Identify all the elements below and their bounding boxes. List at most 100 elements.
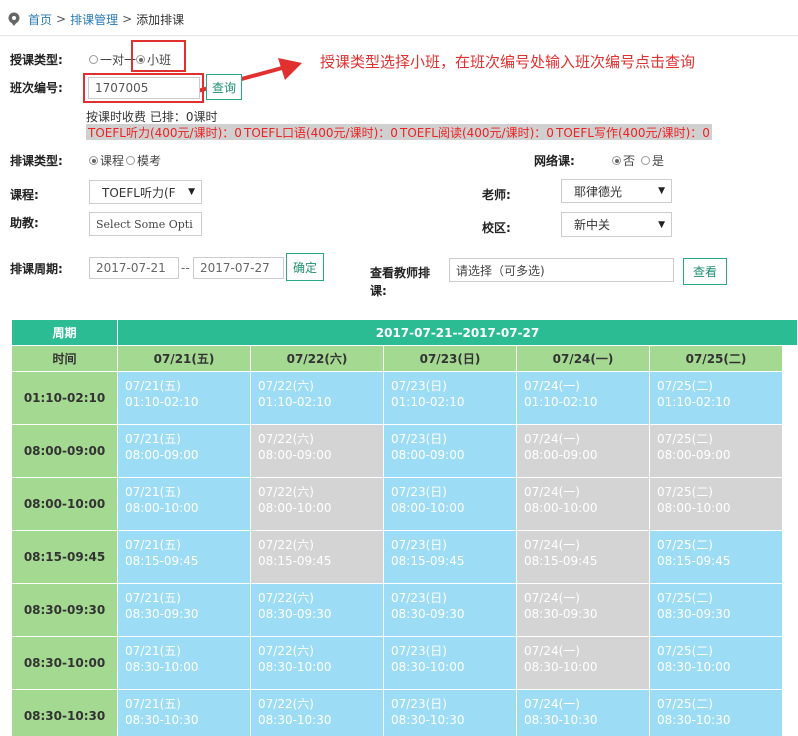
radio-circle-icon (126, 156, 135, 165)
teach-type-label: 授课类型: (10, 53, 63, 67)
time-slot-label: 08:30-10:30 (12, 690, 118, 736)
available-slot-cell[interactable]: 07/22(六) 08:30-10:00 (251, 637, 384, 690)
available-slot-cell[interactable]: 07/21(五) 08:00-09:00 (118, 425, 251, 478)
unavailable-slot-cell[interactable]: 07/24(一) 08:30-09:30 (517, 584, 650, 637)
available-slot-cell[interactable]: 07/21(五) 01:10-02:10 (118, 372, 251, 425)
slot-date: 07/23(日) (391, 485, 447, 499)
online-yes-radio[interactable]: 是 (641, 152, 664, 169)
unavailable-slot-cell[interactable]: 07/22(六) 08:00-09:00 (251, 425, 384, 478)
sched-type-mock-radio[interactable]: 模考 (126, 152, 161, 169)
slot-time: 08:00-09:00 (524, 448, 598, 462)
slot-date: 07/25(二) (657, 538, 713, 552)
course-select[interactable]: TOEFL听力(F ▼ (89, 180, 202, 204)
radio-selected-icon (612, 156, 621, 165)
available-slot-cell[interactable]: 07/23(日) 08:00-09:00 (384, 425, 517, 478)
date-from-input[interactable]: 2017-07-21 (89, 257, 179, 279)
fee-info-text: 按课时收费 已排：0课时 (86, 110, 218, 124)
unavailable-slot-cell[interactable]: 07/24(一) 08:30-10:00 (517, 637, 650, 690)
class-no-label: 班次编号: (10, 81, 63, 95)
location-pin-icon (8, 12, 20, 26)
slot-date: 07/21(五) (125, 697, 181, 711)
day-header: 07/21(五) (118, 346, 251, 372)
available-slot-cell[interactable]: 07/23(日) 08:30-10:30 (384, 690, 517, 736)
view-teacher-select[interactable]: 请选择（可多选) (449, 258, 674, 282)
slot-date: 07/21(五) (125, 485, 181, 499)
teach-type-one-on-one-radio[interactable]: 一对一 (89, 51, 136, 68)
available-slot-cell[interactable]: 07/21(五) 08:00-10:00 (118, 478, 251, 531)
query-button[interactable]: 查询 (206, 74, 242, 100)
teach-type-small-class-radio[interactable]: 小班 (136, 51, 171, 68)
slot-date: 07/23(日) (391, 591, 447, 605)
slot-time: 08:30-10:30 (657, 713, 731, 727)
available-slot-cell[interactable]: 07/25(二) 08:30-09:30 (650, 584, 783, 637)
slot-time: 08:15-09:45 (125, 554, 199, 568)
unavailable-slot-cell[interactable]: 07/24(一) 08:00-10:00 (517, 478, 650, 531)
campus-select[interactable]: 新中关 ▼ (561, 212, 672, 237)
available-slot-cell[interactable]: 07/24(一) 01:10-02:10 (517, 372, 650, 425)
available-slot-cell[interactable]: 07/22(六) 08:30-10:30 (251, 690, 384, 736)
available-slot-cell[interactable]: 07/21(五) 08:30-10:00 (118, 637, 251, 690)
slot-time: 08:30-09:30 (258, 607, 332, 621)
available-slot-cell[interactable]: 07/23(日) 08:00-10:00 (384, 478, 517, 531)
breadcrumb-separator: > (56, 12, 67, 26)
available-slot-cell[interactable]: 07/21(五) 08:15-09:45 (118, 531, 251, 584)
time-header: 时间 (12, 346, 118, 372)
slot-time: 08:00-10:00 (657, 501, 731, 515)
slot-date: 07/21(五) (125, 379, 181, 393)
slot-time: 01:10-02:10 (657, 395, 731, 409)
slot-date: 07/21(五) (125, 432, 181, 446)
dropdown-caret-icon: ▼ (658, 186, 665, 196)
table-row: 01:10-02:10 07/21(五) 01:10-02:10 07/22(六) 01… (12, 372, 783, 425)
date-to-input[interactable]: 2017-07-27 (193, 257, 284, 279)
slot-date: 07/24(一) (524, 379, 580, 393)
unavailable-slot-cell[interactable]: 07/22(六) 08:00-10:00 (251, 478, 384, 531)
available-slot-cell[interactable]: 07/25(二) 08:30-10:00 (650, 637, 783, 690)
available-slot-cell[interactable]: 07/21(五) 08:30-09:30 (118, 584, 251, 637)
breadcrumb-manage-link[interactable]: 排课管理 (70, 11, 118, 28)
table-row: 08:15-09:45 07/21(五) 08:15-09:45 07/22(六) 08… (12, 531, 783, 584)
available-slot-cell[interactable]: 07/25(二) 08:30-10:30 (650, 690, 783, 736)
breadcrumb-home-link[interactable]: 首页 (28, 11, 52, 28)
radio-label: 是 (652, 154, 665, 168)
slot-time: 01:10-02:10 (125, 395, 199, 409)
available-slot-cell[interactable]: 07/24(一) 08:30-10:30 (517, 690, 650, 736)
available-slot-cell[interactable]: 07/21(五) 08:30-10:30 (118, 690, 251, 736)
slot-date: 07/23(日) (391, 538, 447, 552)
view-teacher-label-2: 课: (370, 284, 387, 298)
online-no-radio[interactable]: 否 (612, 152, 635, 169)
slot-date: 07/25(二) (657, 379, 713, 393)
unavailable-slot-cell[interactable]: 07/25(二) 08:00-09:00 (650, 425, 783, 478)
available-slot-cell[interactable]: 07/22(六) 01:10-02:10 (251, 372, 384, 425)
available-slot-cell[interactable]: 07/23(日) 08:15-09:45 (384, 531, 517, 584)
grid-header-row: 周期 2017-07-21--2017-07-27 (12, 320, 798, 346)
slot-date: 07/22(六) (258, 379, 314, 393)
slot-date: 07/22(六) (258, 538, 314, 552)
slot-date: 07/24(一) (524, 644, 580, 658)
unavailable-slot-cell[interactable]: 07/24(一) 08:15-09:45 (517, 531, 650, 584)
unavailable-slot-cell[interactable]: 07/22(六) 08:15-09:45 (251, 531, 384, 584)
dropdown-caret-icon: ▼ (658, 219, 665, 230)
unavailable-slot-cell[interactable]: 07/24(一) 08:00-09:00 (517, 425, 650, 478)
available-slot-cell[interactable]: 07/22(六) 08:30-09:30 (251, 584, 384, 637)
teacher-select[interactable]: 耶律德光 ▼ (561, 179, 672, 203)
unavailable-slot-cell[interactable]: 07/25(二) 08:00-10:00 (650, 478, 783, 531)
available-slot-cell[interactable]: 07/23(日) 08:30-10:00 (384, 637, 517, 690)
slot-time: 08:00-09:00 (391, 448, 465, 462)
available-slot-cell[interactable]: 07/25(二) 01:10-02:10 (650, 372, 783, 425)
available-slot-cell[interactable]: 07/23(日) 08:30-09:30 (384, 584, 517, 637)
available-slot-cell[interactable]: 07/25(二) 08:15-09:45 (650, 531, 783, 584)
slot-time: 08:30-10:00 (258, 660, 332, 674)
slot-date: 07/24(一) (524, 697, 580, 711)
table-row: 08:30-10:30 07/21(五) 08:30-10:30 07/22(六) 08… (12, 690, 783, 736)
class-no-input[interactable]: 1707005 (88, 77, 200, 99)
confirm-button[interactable]: 确定 (286, 253, 324, 281)
available-slot-cell[interactable]: 07/23(日) 01:10-02:10 (384, 372, 517, 425)
assistant-multiselect-input[interactable]: Select Some Opti (89, 212, 202, 236)
sched-type-course-radio[interactable]: 课程 (89, 152, 124, 169)
slot-date: 07/25(二) (657, 644, 713, 658)
radio-selected-icon (136, 55, 145, 64)
view-button[interactable]: 查看 (683, 258, 727, 285)
slot-time: 08:30-09:30 (524, 607, 598, 621)
slot-date: 07/24(一) (524, 538, 580, 552)
annotation-text: 授课类型选择小班，在班次编号处输入班次编号点击查询 (320, 53, 696, 71)
